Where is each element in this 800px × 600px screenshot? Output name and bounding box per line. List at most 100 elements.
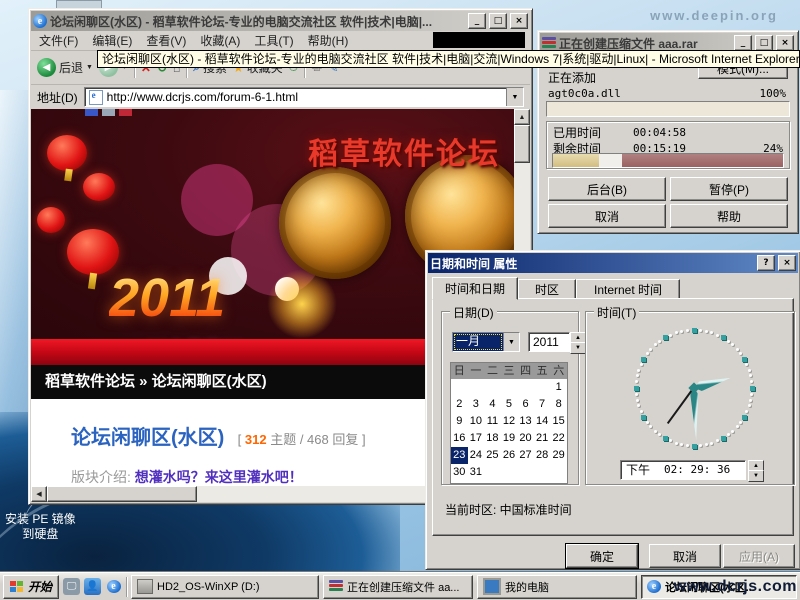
- menu-file[interactable]: 文件(F): [39, 32, 78, 49]
- clock-tick: [636, 374, 639, 377]
- menu-favorites[interactable]: 收藏(A): [200, 32, 240, 49]
- tab-time-and-date[interactable]: 时间和日期: [432, 277, 518, 300]
- clock-tick: [658, 340, 661, 343]
- minimize-button[interactable]: _: [734, 35, 752, 51]
- calendar-day[interactable]: 28: [534, 447, 551, 464]
- tab-timezone[interactable]: 时区: [518, 279, 576, 299]
- year-input[interactable]: 2011: [528, 332, 570, 352]
- start-button[interactable]: 开始: [3, 575, 59, 599]
- ok-button[interactable]: 确定: [566, 544, 638, 568]
- banner-year: 2011: [109, 267, 225, 329]
- horizontal-scroll-thumb[interactable]: [47, 486, 197, 502]
- calendar-day[interactable]: 6: [517, 396, 534, 413]
- datetime-dialog: 日期和时间 属性 ? × 时间和日期 时区 Internet 时间 日期(D) …: [425, 250, 800, 570]
- menu-tools[interactable]: 工具(T): [254, 32, 293, 49]
- clock-tick: [675, 331, 678, 334]
- calendar-day[interactable]: 10: [468, 413, 485, 430]
- calendar-day[interactable]: 9: [451, 413, 468, 430]
- total-progress-bar: [552, 153, 784, 168]
- cancel-button[interactable]: 取消: [649, 544, 721, 568]
- ie-titlebar[interactable]: e 论坛闲聊区(水区) - 稻草软件论坛-专业的电脑交流社区 软件|技术|电脑|…: [31, 11, 530, 31]
- calendar-day[interactable]: 13: [517, 413, 534, 430]
- weekday-label: 日: [451, 363, 468, 379]
- minimize-button[interactable]: _: [468, 13, 486, 29]
- drive-icon: [137, 579, 153, 594]
- calendar-day[interactable]: 26: [501, 447, 518, 464]
- close-button[interactable]: ×: [510, 13, 528, 29]
- calendar-day[interactable]: 20: [517, 430, 534, 447]
- scroll-up-button[interactable]: ▲: [514, 109, 530, 125]
- glow-art: [267, 269, 337, 339]
- ie-quicklaunch-icon[interactable]: e: [105, 578, 122, 595]
- clock-tick: [686, 329, 689, 332]
- time-down-button[interactable]: ▼: [748, 470, 764, 482]
- calendar-day[interactable]: 7: [534, 396, 551, 413]
- messenger-icon[interactable]: 👤: [84, 578, 101, 595]
- calendar-day[interactable]: 27: [517, 447, 534, 464]
- task-hd2-os-winxp[interactable]: HD2_OS-WinXP (D:): [131, 575, 319, 599]
- chevron-down-icon[interactable]: ▼: [503, 333, 519, 351]
- maximize-button[interactable]: □: [755, 35, 773, 51]
- time-input[interactable]: 下午 02: 29: 36: [620, 460, 746, 480]
- clock-tick: [721, 436, 726, 441]
- calendar-day[interactable]: 16: [451, 430, 468, 447]
- address-dropdown-button[interactable]: ▼: [506, 88, 523, 106]
- month-value: 一月: [453, 333, 503, 351]
- task-winrar[interactable]: 正在创建压缩文件 aa...: [323, 575, 473, 599]
- calendar-day[interactable]: 30: [451, 464, 468, 481]
- calendar-day[interactable]: 21: [534, 430, 551, 447]
- back-dropdown-icon[interactable]: ▼: [86, 64, 93, 71]
- calendar-day[interactable]: 22: [550, 430, 567, 447]
- month-dropdown[interactable]: 一月 ▼: [452, 332, 520, 352]
- pause-button[interactable]: 暂停(P): [670, 177, 788, 201]
- calendar-grid: 1234567891011121314151617181920212223242…: [451, 379, 567, 481]
- calendar-day[interactable]: 18: [484, 430, 501, 447]
- pe-shortcut-label[interactable]: 安装 PE 镜像 到硬盘: [5, 512, 76, 542]
- menu-edit[interactable]: 编辑(E): [92, 32, 132, 49]
- year-down-button[interactable]: ▼: [570, 342, 586, 354]
- back-button[interactable]: ◀ 后退 ▼: [37, 58, 93, 77]
- menu-view[interactable]: 查看(V): [146, 32, 186, 49]
- calendar-day[interactable]: 31: [468, 464, 485, 481]
- datetime-titlebar[interactable]: 日期和时间 属性 ? ×: [428, 253, 798, 273]
- help-button[interactable]: 帮助: [670, 204, 788, 228]
- clock-tick: [742, 357, 747, 362]
- calendar-day[interactable]: 4: [484, 396, 501, 413]
- calendar-day[interactable]: 12: [501, 413, 518, 430]
- address-input[interactable]: http://www.dcrjs.com/forum-6-1.html ▼: [84, 87, 524, 107]
- scroll-left-button[interactable]: ◀: [31, 486, 47, 502]
- help-button[interactable]: ?: [757, 255, 775, 271]
- maximize-button[interactable]: □: [489, 13, 507, 29]
- close-button[interactable]: ×: [776, 35, 794, 51]
- calendar-day[interactable]: 25: [484, 447, 501, 464]
- calendar-day[interactable]: 14: [534, 413, 551, 430]
- calendar-day[interactable]: 29: [550, 447, 567, 464]
- clock-tick: [705, 443, 708, 446]
- calendar-day[interactable]: 11: [484, 413, 501, 430]
- clock-tick: [675, 442, 678, 445]
- calendar-day[interactable]: 5: [501, 396, 518, 413]
- cancel-button[interactable]: 取消: [548, 204, 666, 228]
- calendar-day[interactable]: 8: [550, 396, 567, 413]
- calendar-day[interactable]: 15: [550, 413, 567, 430]
- calendar-day[interactable]: 17: [468, 430, 485, 447]
- task-my-computer[interactable]: 我的电脑: [477, 575, 637, 599]
- calendar-day[interactable]: 3: [468, 396, 485, 413]
- clock-tick: [637, 369, 640, 372]
- calendar-day[interactable]: 19: [501, 430, 518, 447]
- forum-intro: 版块介绍: 想灌水吗？来这里灌水吧！: [71, 467, 303, 487]
- tab-internet-time[interactable]: Internet 时间: [576, 279, 680, 299]
- calendar-day[interactable]: 2: [451, 396, 468, 413]
- background-button[interactable]: 后台(B): [548, 177, 666, 201]
- winrar-title: 正在创建压缩文件 aaa.rar: [559, 35, 731, 52]
- calendar-day[interactable]: 24: [468, 447, 485, 464]
- vertical-scroll-thumb[interactable]: [514, 125, 530, 163]
- calendar-day[interactable]: 1: [550, 379, 567, 396]
- menu-help[interactable]: 帮助(H): [308, 32, 349, 49]
- show-desktop-icon[interactable]: 🖵: [63, 578, 80, 595]
- forum-name-link[interactable]: 论坛闲聊区(水区): [71, 427, 224, 449]
- forum-title-line: 论坛闲聊区(水区) [ 312 主题 / 468 回复 ]: [71, 421, 366, 450]
- calendar-day[interactable]: 23: [451, 447, 468, 464]
- weekday-label: 三: [501, 363, 518, 379]
- close-button[interactable]: ×: [778, 255, 796, 271]
